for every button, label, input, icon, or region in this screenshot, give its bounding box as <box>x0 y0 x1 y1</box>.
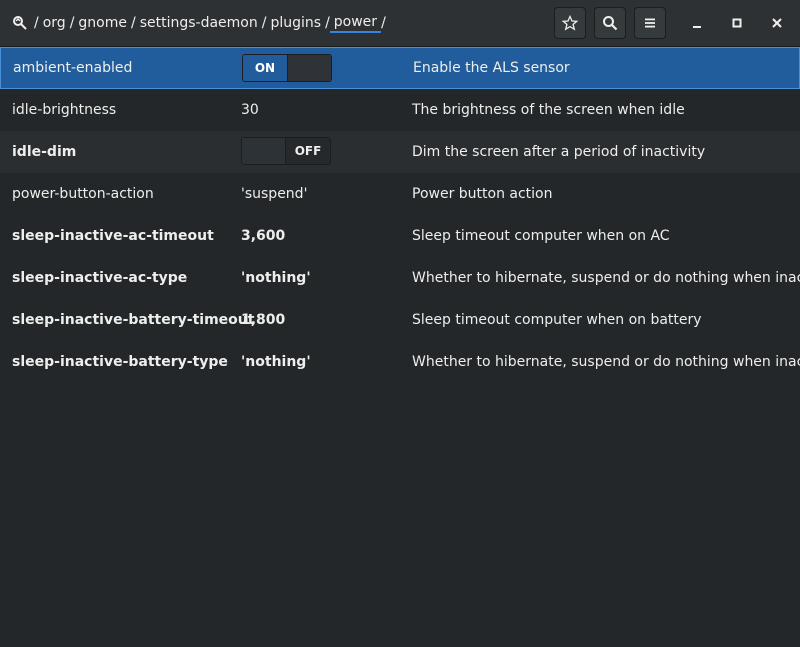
search-root-icon[interactable] <box>12 15 28 31</box>
list-item-ambient-enabled[interactable]: ambient-enabled ON Enable the ALS sensor <box>0 47 800 89</box>
menu-icon <box>645 18 655 28</box>
list-item-idle-brightness[interactable]: idle-brightness 30 The brightness of the… <box>0 89 800 131</box>
ambient-enabled-switch[interactable]: ON <box>242 54 332 82</box>
key-description: Power button action <box>412 186 553 202</box>
list-item-sleep-inactive-ac-type[interactable]: sleep-inactive-ac-type 'nothing' Whether… <box>0 257 800 299</box>
path-segment-org[interactable]: org <box>39 15 70 31</box>
key-value[interactable]: 'nothing' <box>241 270 311 286</box>
switch-state-label: ON <box>243 55 287 81</box>
list-item-sleep-inactive-battery-timeout[interactable]: sleep-inactive-battery-timeout 1,800 Sle… <box>0 299 800 341</box>
list-item-sleep-inactive-battery-type[interactable]: sleep-inactive-battery-type 'nothing' Wh… <box>0 341 800 383</box>
list-item-sleep-inactive-ac-timeout[interactable]: sleep-inactive-ac-timeout 3,600 Sleep ti… <box>0 215 800 257</box>
star-icon <box>562 15 578 31</box>
key-value[interactable]: 'suspend' <box>241 186 307 202</box>
switch-knob[interactable] <box>242 138 287 164</box>
bookmark-button[interactable] <box>554 7 586 39</box>
key-value[interactable]: 30 <box>241 102 259 118</box>
switch-knob[interactable] <box>286 55 331 81</box>
key-name: ambient-enabled <box>13 60 133 76</box>
key-value[interactable]: 1,800 <box>241 312 285 328</box>
path-segment-settings-daemon[interactable]: settings-daemon <box>136 15 262 31</box>
maximize-button[interactable] <box>721 7 753 39</box>
key-name: sleep-inactive-battery-timeout <box>12 312 255 328</box>
key-description: The brightness of the screen when idle <box>412 102 685 118</box>
key-description: Dim the screen after a period of inactiv… <box>412 144 706 160</box>
key-name: sleep-inactive-ac-timeout <box>12 228 214 244</box>
search-button[interactable] <box>594 7 626 39</box>
path-segment-power[interactable]: power <box>329 14 382 33</box>
switch-state-label: OFF <box>286 138 330 164</box>
list-item-idle-dim[interactable]: idle-dim OFF Dim the screen after a peri… <box>0 131 800 173</box>
key-value[interactable]: 'nothing' <box>241 354 311 370</box>
key-description: Enable the ALS sensor <box>413 60 570 76</box>
search-icon <box>603 16 618 31</box>
path-segment-plugins[interactable]: plugins <box>266 15 325 31</box>
breadcrumb: / org / gnome / settings-daemon / plugin… <box>12 0 386 47</box>
key-name: sleep-inactive-ac-type <box>12 270 188 286</box>
key-name: idle-brightness <box>12 102 117 118</box>
path-segment-gnome[interactable]: gnome <box>74 15 131 31</box>
key-description: Sleep timeout computer when on AC <box>412 228 670 244</box>
key-name: idle-dim <box>12 144 77 160</box>
close-button[interactable] <box>761 7 793 39</box>
minimize-button[interactable] <box>681 7 713 39</box>
keys-list: ambient-enabled ON Enable the ALS sensor… <box>0 47 800 383</box>
path-separator: / <box>381 15 386 31</box>
key-description: Whether to hibernate, suspend or do noth… <box>412 354 800 370</box>
key-description: Sleep timeout computer when on battery <box>412 312 702 328</box>
key-description: Whether to hibernate, suspend or do noth… <box>412 270 800 286</box>
menu-button[interactable] <box>634 7 666 39</box>
minimize-icon <box>693 26 701 28</box>
idle-dim-switch[interactable]: OFF <box>241 137 331 165</box>
close-icon <box>772 18 782 28</box>
key-name: power-button-action <box>12 186 154 202</box>
key-name: sleep-inactive-battery-type <box>12 354 228 370</box>
header-bar: / org / gnome / settings-daemon / plugin… <box>0 0 800 47</box>
list-item-power-button-action[interactable]: power-button-action 'suspend' Power butt… <box>0 173 800 215</box>
key-value[interactable]: 3,600 <box>241 228 285 244</box>
maximize-icon <box>732 18 742 28</box>
